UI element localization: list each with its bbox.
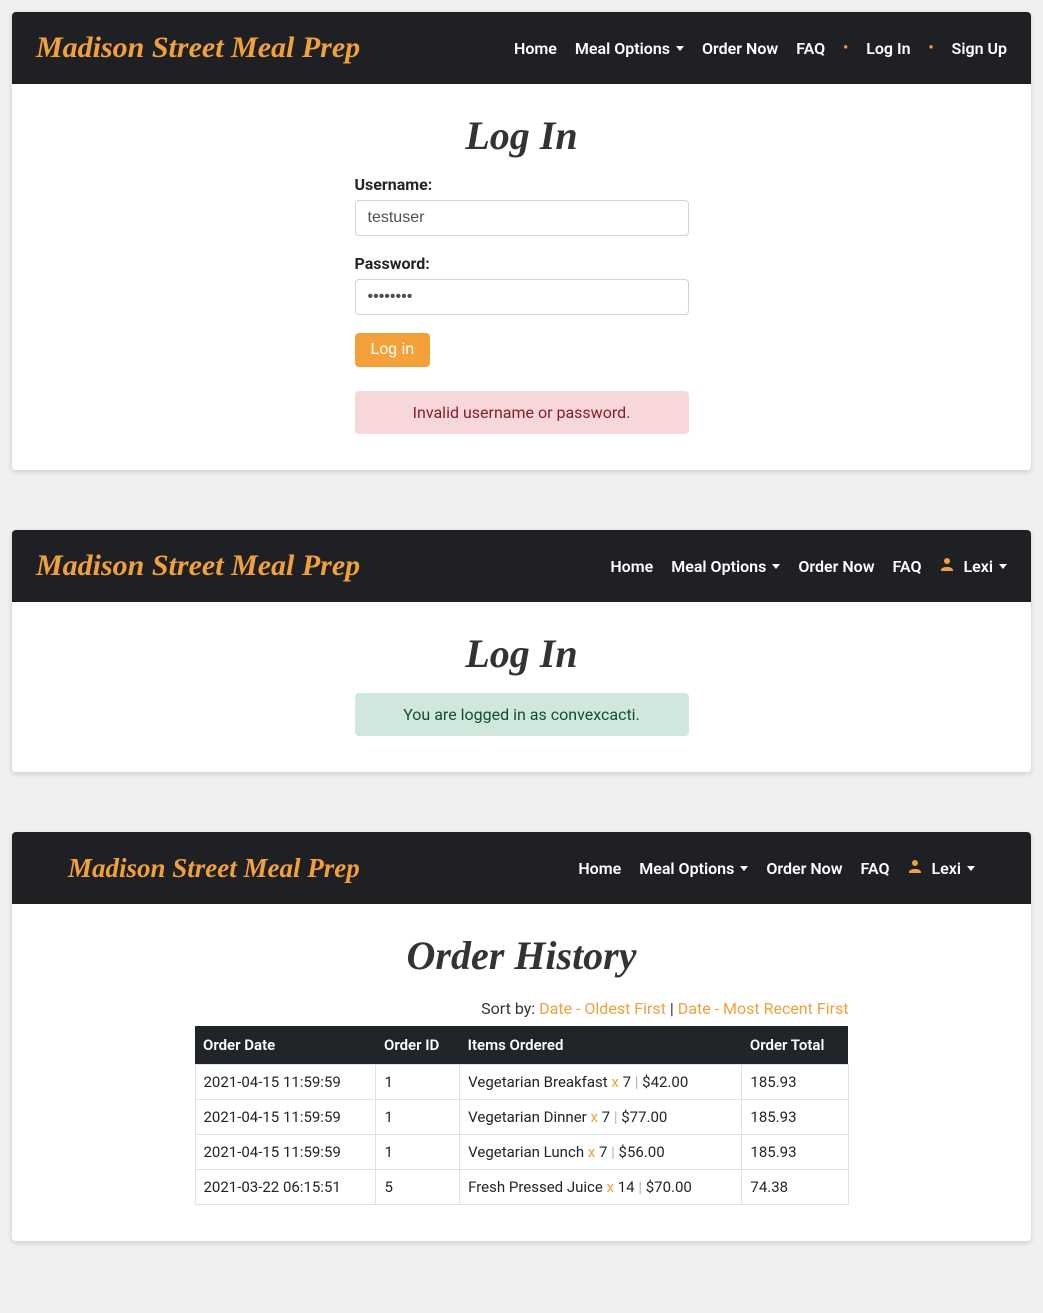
bullet-icon: • (929, 40, 934, 56)
col-items-ordered: Items Ordered (460, 1026, 742, 1065)
navbar: Madison Street Meal Prep Home Meal Optio… (12, 12, 1031, 84)
nav-items: Home Meal Options Order Now FAQ • Log In… (514, 39, 1007, 58)
cell-id: 1 (376, 1135, 460, 1170)
cell-date: 2021-03-22 06:15:51 (195, 1170, 376, 1205)
cell-date: 2021-04-15 11:59:59 (195, 1135, 376, 1170)
nav-order-now[interactable]: Order Now (766, 859, 842, 878)
username-label: Username: (355, 175, 689, 194)
sort-oldest-link[interactable]: Date - Oldest First (539, 999, 666, 1018)
nav-user-menu[interactable]: Lexi (907, 858, 975, 878)
nav-meal-options-label: Meal Options (575, 39, 670, 58)
nav-user-label: Lexi (931, 859, 961, 878)
brand-logo[interactable]: Madison Street Meal Prep (36, 31, 514, 65)
content-area: Order History Sort by: Date - Oldest Fir… (12, 904, 1031, 1241)
page-title: Log In (36, 630, 1007, 677)
cell-total: 185.93 (742, 1135, 848, 1170)
sort-row: Sort by: Date - Oldest First | Date - Mo… (195, 999, 849, 1018)
panel-login-success: Madison Street Meal Prep Home Meal Optio… (12, 530, 1031, 772)
cell-total: 74.38 (742, 1170, 848, 1205)
cell-id: 1 (376, 1100, 460, 1135)
caret-down-icon (772, 564, 780, 569)
pipe-separator: | (635, 1073, 639, 1091)
cell-id: 1 (376, 1065, 460, 1100)
nav-meal-options-label: Meal Options (671, 557, 766, 576)
pipe-separator: | (638, 1178, 642, 1196)
col-order-date: Order Date (195, 1026, 376, 1065)
username-input[interactable] (355, 200, 689, 236)
table-row: 2021-04-15 11:59:591Vegetarian Lunch x 7… (195, 1135, 848, 1170)
multiply-icon: x (611, 1073, 618, 1091)
nav-items: Home Meal Options Order Now FAQ Lexi (578, 858, 975, 878)
caret-down-icon (967, 866, 975, 871)
nav-sign-up[interactable]: Sign Up (952, 39, 1007, 58)
cell-total: 185.93 (742, 1065, 848, 1100)
multiply-icon: x (588, 1143, 595, 1161)
success-alert: You are logged in as convexcacti. (355, 693, 689, 736)
page-title: Order History (36, 932, 1007, 979)
nav-meal-options[interactable]: Meal Options (575, 39, 684, 58)
sort-recent-link[interactable]: Date - Most Recent First (678, 999, 849, 1018)
password-input[interactable] (355, 279, 689, 315)
nav-log-in[interactable]: Log In (866, 39, 910, 58)
nav-faq[interactable]: FAQ (893, 557, 922, 576)
content-area: Log In You are logged in as convexcacti. (12, 602, 1031, 772)
panel-order-history: Madison Street Meal Prep Home Meal Optio… (12, 832, 1031, 1241)
cell-total: 185.93 (742, 1100, 848, 1135)
bullet-icon: • (843, 40, 848, 56)
nav-faq[interactable]: FAQ (861, 859, 890, 878)
col-order-total: Order Total (742, 1026, 848, 1065)
nav-meal-options[interactable]: Meal Options (639, 859, 748, 878)
navbar: Madison Street Meal Prep Home Meal Optio… (12, 832, 1031, 904)
page-title: Log In (36, 112, 1007, 159)
nav-home[interactable]: Home (578, 859, 621, 878)
sort-label: Sort by: (481, 999, 539, 1018)
panel-login-error: Madison Street Meal Prep Home Meal Optio… (12, 12, 1031, 470)
cell-date: 2021-04-15 11:59:59 (195, 1065, 376, 1100)
caret-down-icon (676, 46, 684, 51)
nav-meal-options[interactable]: Meal Options (671, 557, 780, 576)
table-row: 2021-04-15 11:59:591Vegetarian Dinner x … (195, 1100, 848, 1135)
nav-meal-options-label: Meal Options (639, 859, 734, 878)
content-area: Log In Username: Password: Log in Invali… (12, 84, 1031, 470)
brand-logo[interactable]: Madison Street Meal Prep (68, 853, 578, 884)
login-form: Username: Password: Log in Invalid usern… (355, 175, 689, 434)
table-row: 2021-03-22 06:15:515Fresh Pressed Juice … (195, 1170, 848, 1205)
table-row: 2021-04-15 11:59:591Vegetarian Breakfast… (195, 1065, 848, 1100)
cell-items: Vegetarian Dinner x 7 | $77.00 (460, 1100, 742, 1135)
password-label: Password: (355, 254, 689, 273)
nav-user-menu[interactable]: Lexi (939, 556, 1007, 576)
multiply-icon: x (607, 1178, 614, 1196)
pipe-separator: | (614, 1108, 618, 1126)
caret-down-icon (740, 866, 748, 871)
caret-down-icon (999, 564, 1007, 569)
cell-items: Vegetarian Lunch x 7 | $56.00 (460, 1135, 742, 1170)
nav-order-now[interactable]: Order Now (798, 557, 874, 576)
user-icon (907, 858, 923, 878)
cell-items: Fresh Pressed Juice x 14 | $70.00 (460, 1170, 742, 1205)
cell-date: 2021-04-15 11:59:59 (195, 1100, 376, 1135)
orders-table: Order Date Order ID Items Ordered Order … (195, 1026, 849, 1205)
pipe-separator: | (611, 1143, 615, 1161)
nav-items: Home Meal Options Order Now FAQ Lexi (610, 556, 1007, 576)
table-container: Sort by: Date - Oldest First | Date - Mo… (195, 999, 849, 1205)
nav-faq[interactable]: FAQ (796, 39, 825, 58)
nav-user-label: Lexi (963, 557, 993, 576)
multiply-icon: x (590, 1108, 597, 1126)
user-icon (939, 556, 955, 576)
login-button[interactable]: Log in (355, 333, 431, 367)
navbar: Madison Street Meal Prep Home Meal Optio… (12, 530, 1031, 602)
nav-order-now[interactable]: Order Now (702, 39, 778, 58)
cell-id: 5 (376, 1170, 460, 1205)
sort-separator: | (670, 999, 678, 1018)
nav-home[interactable]: Home (514, 39, 557, 58)
error-alert: Invalid username or password. (355, 391, 689, 434)
nav-home[interactable]: Home (610, 557, 653, 576)
col-order-id: Order ID (376, 1026, 460, 1065)
brand-logo[interactable]: Madison Street Meal Prep (36, 549, 610, 583)
cell-items: Vegetarian Breakfast x 7 | $42.00 (460, 1065, 742, 1100)
